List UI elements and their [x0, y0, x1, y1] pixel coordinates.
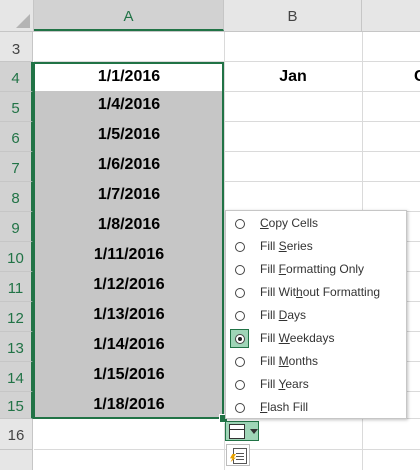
- radio-icon[interactable]: [235, 242, 245, 252]
- menu-item-copy-cells[interactable]: Copy Cells: [226, 213, 406, 235]
- menu-item-fill-days[interactable]: Fill Days: [226, 305, 406, 327]
- cell-a12[interactable]: 1/13/2016: [34, 301, 224, 331]
- cell-a7[interactable]: 1/6/2016: [34, 151, 224, 181]
- row-header-4[interactable]: 4: [0, 62, 33, 92]
- select-all-corner[interactable]: [0, 0, 34, 31]
- autofill-options-icon: [229, 424, 245, 439]
- menu-item-fill-weekdays[interactable]: Fill Weekdays: [226, 328, 406, 350]
- auto-fill-options-menu: Copy Cells Fill Series Fill Formatting O…: [225, 210, 407, 419]
- cell-a6[interactable]: 1/5/2016: [34, 121, 224, 151]
- auto-fill-options-button[interactable]: [225, 421, 259, 441]
- row-header-9[interactable]: 9: [0, 212, 33, 242]
- menu-item-fill-without-formatting[interactable]: Fill Without Formatting: [226, 282, 406, 304]
- column-header-b[interactable]: B: [224, 0, 362, 31]
- row-header-10[interactable]: 10: [0, 242, 33, 272]
- row-header-8[interactable]: 8: [0, 182, 33, 212]
- row-header-3[interactable]: 3: [0, 32, 33, 62]
- radio-icon[interactable]: [235, 288, 245, 298]
- quick-analysis-button[interactable]: [226, 444, 250, 466]
- cell-a4[interactable]: 1/1/2016: [34, 62, 224, 91]
- cell-a5[interactable]: 1/4/2016: [34, 91, 224, 121]
- row-header-14[interactable]: 14: [0, 362, 33, 392]
- row-header-12[interactable]: 12: [0, 302, 33, 332]
- radio-icon[interactable]: [235, 219, 245, 229]
- cell-b4[interactable]: Jan: [224, 62, 362, 91]
- radio-icon[interactable]: [235, 265, 245, 275]
- row-header-5[interactable]: 5: [0, 92, 33, 122]
- radio-icon[interactable]: [235, 311, 245, 321]
- cell-a9[interactable]: 1/8/2016: [34, 211, 224, 241]
- cell-a15[interactable]: 1/18/2016: [34, 391, 224, 418]
- select-all-triangle-icon: [16, 14, 30, 28]
- menu-item-fill-series[interactable]: Fill Series: [226, 236, 406, 258]
- radio-icon[interactable]: [235, 380, 245, 390]
- menu-item-flash-fill[interactable]: Flash Fill: [226, 397, 406, 419]
- radio-icon[interactable]: [235, 403, 245, 413]
- cell-a8[interactable]: 1/7/2016: [34, 181, 224, 211]
- radio-selected-icon[interactable]: [235, 334, 245, 344]
- row-header-17[interactable]: [0, 450, 33, 470]
- cell-a14[interactable]: 1/15/2016: [34, 361, 224, 391]
- row-header-7[interactable]: 7: [0, 152, 33, 182]
- cell-a11[interactable]: 1/12/2016: [34, 271, 224, 301]
- radio-icon[interactable]: [235, 357, 245, 367]
- menu-item-fill-months[interactable]: Fill Months: [226, 351, 406, 373]
- row-header-16[interactable]: 16: [0, 419, 33, 450]
- row-header-6[interactable]: 6: [0, 122, 33, 152]
- quick-analysis-icon: [233, 448, 247, 464]
- chevron-down-icon: [250, 429, 258, 434]
- cell-c4-partial[interactable]: C: [414, 62, 420, 91]
- row-header-13[interactable]: 13: [0, 332, 33, 362]
- row-header-11[interactable]: 11: [0, 272, 33, 302]
- menu-item-fill-years[interactable]: Fill Years: [226, 374, 406, 396]
- cell-a13[interactable]: 1/14/2016: [34, 331, 224, 361]
- row-header-15[interactable]: 15: [0, 392, 33, 419]
- column-header-c[interactable]: [362, 0, 420, 31]
- menu-item-fill-formatting-only[interactable]: Fill Formatting Only: [226, 259, 406, 281]
- cell-a10[interactable]: 1/11/2016: [34, 241, 224, 271]
- column-header-a[interactable]: A: [34, 0, 224, 31]
